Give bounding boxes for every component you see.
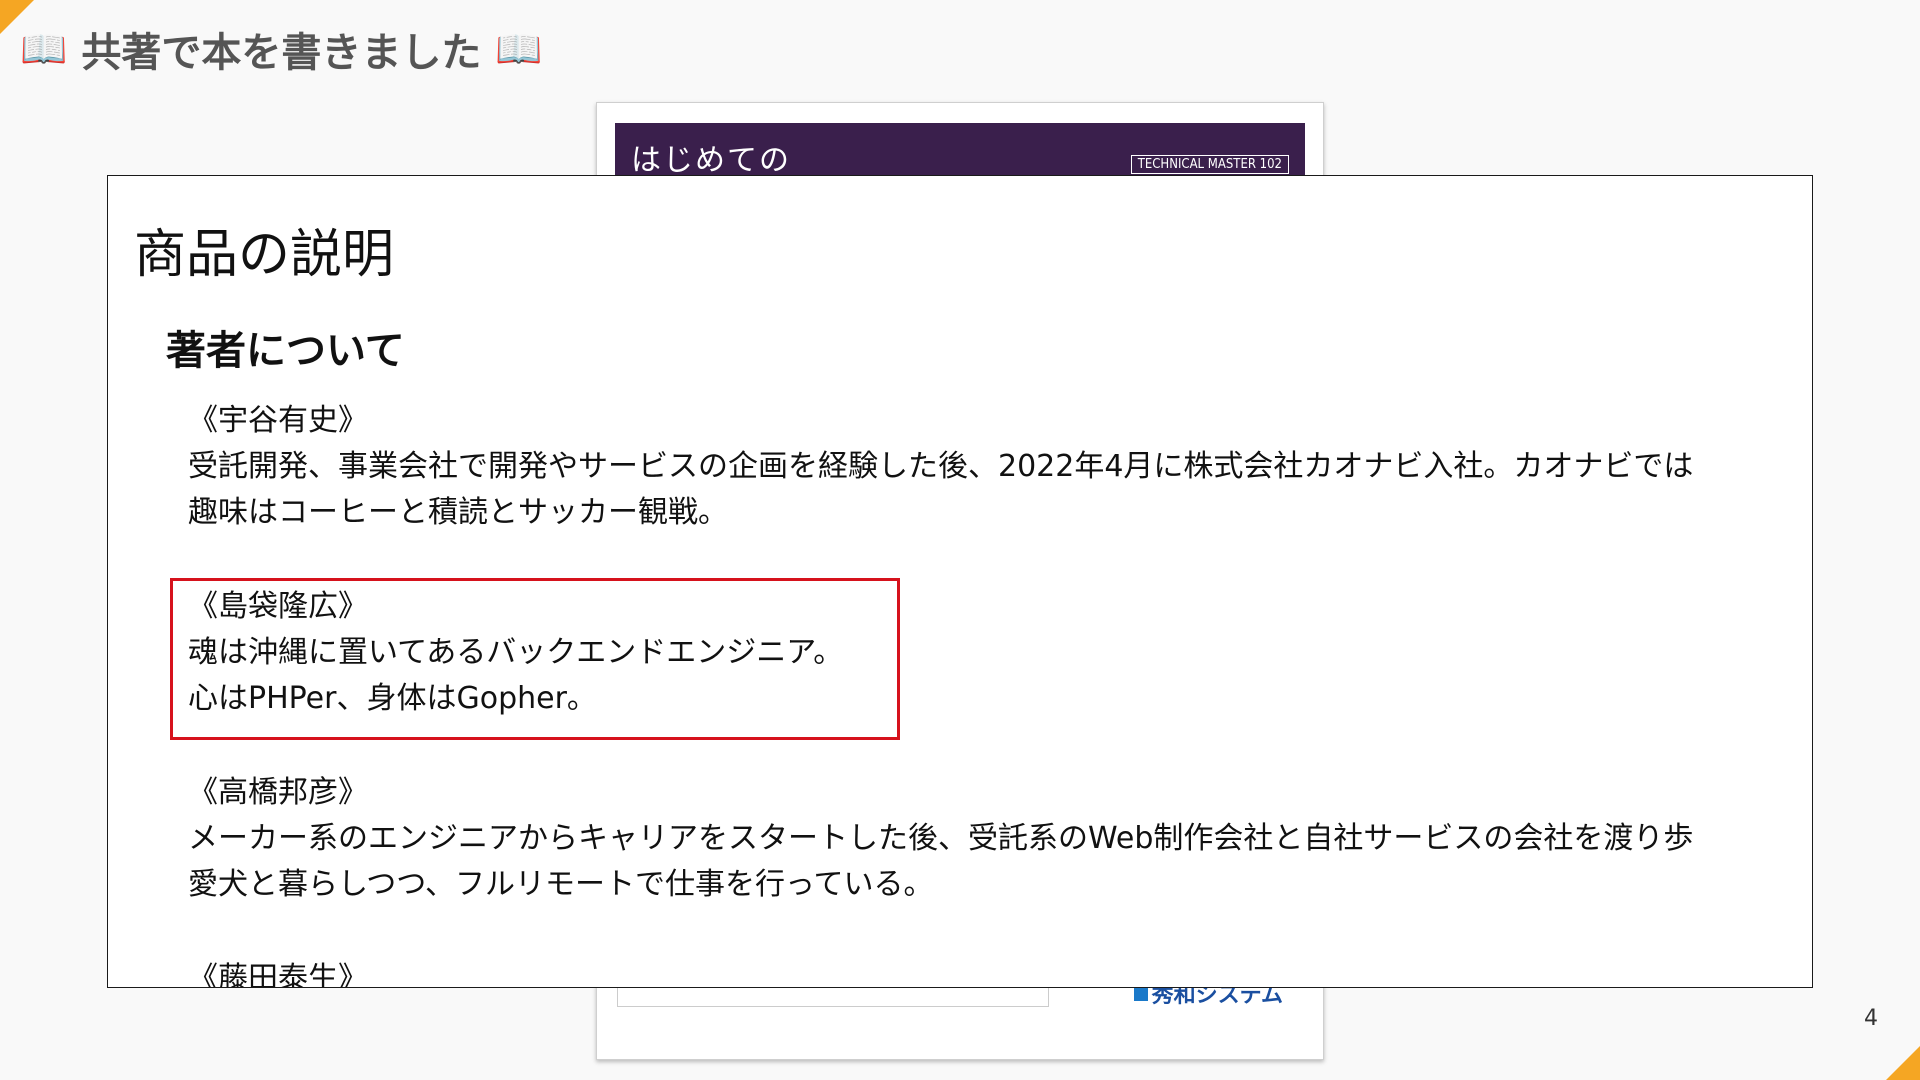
slide-title: 📖 共著で本を書きました 📖 bbox=[20, 20, 543, 78]
open-book-icon: 📖 bbox=[20, 27, 68, 71]
author-entry: 《高橋邦彦》 メーカー系のエンジニアからキャリアをスタートした後、受託系のWeb… bbox=[188, 770, 1693, 908]
corner-accent-bottom-right bbox=[1886, 1046, 1920, 1080]
page-number: 4 bbox=[1864, 1006, 1878, 1031]
open-book-icon: 📖 bbox=[495, 27, 543, 71]
description-heading: 商品の説明 bbox=[134, 225, 395, 285]
author-name: 《宇谷有史》 bbox=[188, 403, 368, 438]
author-name: 《藤田泰生》 bbox=[188, 961, 368, 988]
product-description-panel: 商品の説明 著者について 《宇谷有史》 受託開発、事業会社で開発やサービスの企画… bbox=[107, 175, 1813, 988]
author-entry: 《宇谷有史》 受託開発、事業会社で開発やサービスの企画を経験した後、2022年4… bbox=[188, 398, 1693, 536]
authors-heading: 著者について bbox=[166, 328, 405, 374]
author-bio-line: 受託開発、事業会社で開発やサービスの企画を経験した後、2022年4月に株式会社カ… bbox=[188, 449, 1694, 484]
highlight-box bbox=[170, 578, 900, 740]
author-bio-line: 趣味はコーヒーと積読とサッカー観戦。 bbox=[188, 495, 728, 530]
book-series-badge: TECHNICAL MASTER 102 bbox=[1130, 155, 1289, 174]
book-cover-decoration bbox=[617, 986, 1049, 1007]
author-bio-line: メーカー系のエンジニアからキャリアをスタートした後、受託系のWeb制作会社と自社… bbox=[188, 821, 1694, 856]
author-bio-line: 愛犬と暮らしつつ、フルリモートで仕事を行っている。 bbox=[188, 867, 934, 902]
author-entry: 《藤田泰生》 bbox=[188, 956, 368, 988]
author-name: 《高橋邦彦》 bbox=[188, 775, 368, 810]
book-cover-title: はじめての bbox=[631, 143, 791, 178]
slide-title-text: 共著で本を書きました bbox=[81, 30, 482, 76]
